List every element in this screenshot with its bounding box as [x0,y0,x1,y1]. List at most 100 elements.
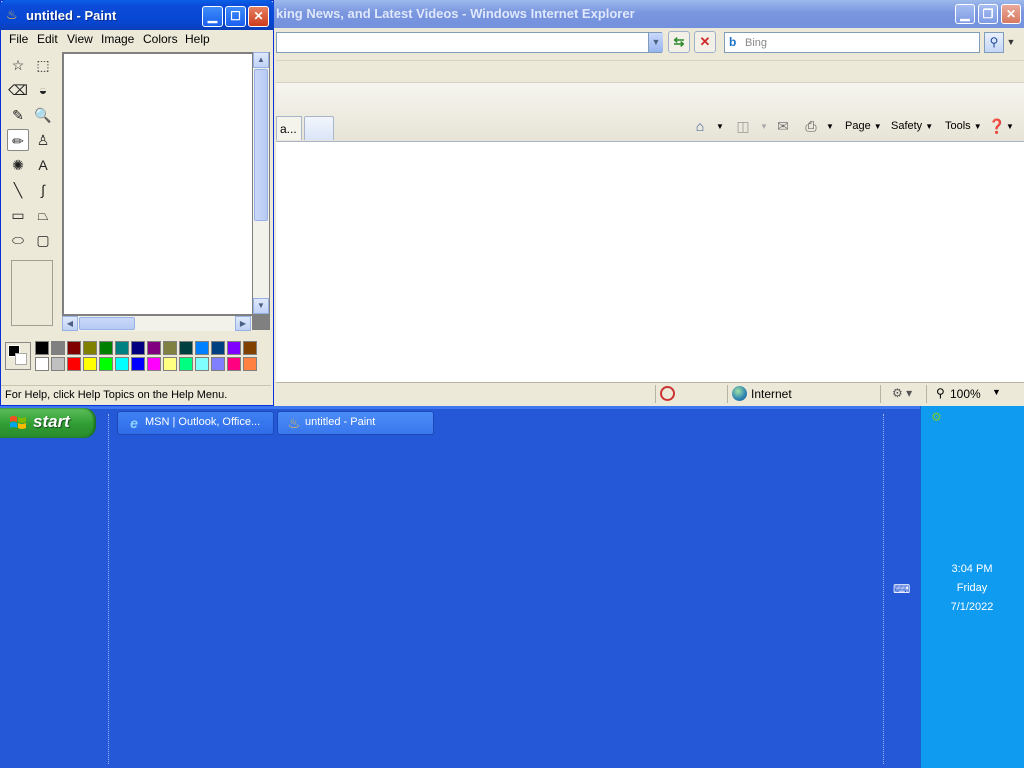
home-dropdown[interactable]: ▼ [716,118,724,136]
palette-swatch[interactable] [147,341,161,355]
ie-close-button[interactable]: ✕ [1001,4,1021,24]
print-dropdown[interactable]: ▼ [826,118,834,136]
palette-swatch[interactable] [147,357,161,371]
clock-time[interactable]: 3:04 PM [920,563,1024,575]
scroll-left-button[interactable]: ◀ [62,316,78,331]
palette-swatch[interactable] [131,357,145,371]
network-icon[interactable]: ⚙ [931,410,945,424]
tool-select-icon[interactable]: ⬚ [32,54,54,76]
ie-stop-button[interactable]: ✕ [694,31,716,53]
zoom-level[interactable]: 100% [950,387,981,401]
tool-text-icon[interactable]: A [32,154,54,176]
palette-swatch[interactable] [115,357,129,371]
ie-search-options-dropdown[interactable]: ▼ [1004,32,1018,53]
ie-address-dropdown[interactable]: ▼ [648,33,663,52]
scroll-right-button[interactable]: ▶ [235,316,251,331]
palette-swatch[interactable] [115,341,129,355]
menu-colors[interactable]: Colors [143,32,178,46]
read-mail-icon[interactable]: ✉ [773,117,793,135]
home-icon[interactable]: ⌂ [690,117,710,135]
palette-swatch[interactable] [51,357,65,371]
feeds-icon[interactable]: ◫ [733,117,753,135]
scroll-down-button[interactable]: ▼ [253,298,269,314]
paint-app-icon[interactable]: ♨ [6,7,20,23]
tool-curve-icon[interactable]: ∫ [32,179,54,201]
ie-page-content[interactable] [276,141,1024,382]
tool-ellipse-icon[interactable]: ⬭ [7,229,29,251]
safety-menu-label: Safety [891,120,923,132]
menu-view[interactable]: View [67,32,93,46]
palette-swatch[interactable] [35,357,49,371]
page-menu[interactable]: Page ▼ [845,117,882,135]
vertical-scroll-thumb[interactable] [254,69,268,221]
horizontal-scroll-thumb[interactable] [79,317,135,330]
palette-swatch[interactable] [243,357,257,371]
palette-swatch[interactable] [211,341,225,355]
ie-tab[interactable]: a... [276,116,302,140]
tool-brush-icon[interactable]: ♙ [32,129,54,151]
palette-swatch[interactable] [243,341,257,355]
palette-swatch[interactable] [83,357,97,371]
zoom-icon[interactable]: ⚲ [936,386,945,400]
paint-maximize-button[interactable]: ☐ [225,6,246,27]
palette-swatch[interactable] [195,357,209,371]
drawing-canvas[interactable] [64,54,252,314]
clock-day[interactable]: Friday [920,582,1024,594]
tool-pick-color-icon[interactable]: ✎ [7,104,29,126]
palette-swatch[interactable] [227,357,241,371]
palette-swatch[interactable] [83,341,97,355]
tool-magnifier-icon[interactable]: 🔍 [32,104,54,126]
palette-swatch[interactable] [99,341,113,355]
palette-swatch[interactable] [163,341,177,355]
palette-swatch[interactable] [35,341,49,355]
palette-swatch[interactable] [179,341,193,355]
tool-options-box[interactable] [11,260,53,326]
palette-swatch[interactable] [67,341,81,355]
palette-swatch[interactable] [163,357,177,371]
menu-file[interactable]: File [9,32,28,46]
help-icon[interactable]: ❓ [987,117,1007,135]
tool-rectangle-icon[interactable]: ▭ [7,204,29,226]
keyboard-icon[interactable]: ⌨ [893,582,910,596]
palette-swatch[interactable] [179,357,193,371]
paint-minimize-button[interactable]: ▁ [202,6,223,27]
ie-search-button[interactable]: ⚲ [984,32,1004,53]
tool-fill-with-color-icon[interactable]: ◒ [32,79,54,101]
zoom-dropdown[interactable]: ▼ [992,387,1001,397]
ie-refresh-button[interactable]: ⇆ [668,31,690,53]
clock-date[interactable]: 7/1/2022 [920,601,1024,613]
ie-new-tab-button[interactable] [304,116,334,140]
taskbar-edge [0,406,1024,409]
palette-swatch[interactable] [195,341,209,355]
tools-menu[interactable]: Tools ▼ [945,117,982,135]
palette-swatch[interactable] [227,341,241,355]
tool-free-form-select-icon[interactable]: ☆ [7,54,29,76]
help-dropdown[interactable]: ▼ [1006,118,1014,136]
tool-rounded-rectangle-icon[interactable]: ▢ [32,229,54,251]
menu-image[interactable]: Image [101,32,134,46]
menu-help[interactable]: Help [185,32,210,46]
status-separator [880,385,881,403]
palette-swatch[interactable] [51,341,65,355]
minimize-icon: ▁ [207,9,218,23]
tool-line-icon[interactable]: ╲ [7,179,29,201]
tool-pencil-icon[interactable]: ✏ [7,129,29,151]
menu-edit[interactable]: Edit [37,32,58,46]
palette-swatch[interactable] [99,357,113,371]
feeds-dropdown[interactable]: ▼ [760,118,768,136]
tool-polygon-icon[interactable]: ⏢ [32,204,54,226]
ie-address-bar[interactable] [276,32,662,53]
palette-swatch[interactable] [67,357,81,371]
popup-blocker-icon[interactable]: ⚙ ▾ [892,386,912,400]
palette-swatch[interactable] [131,341,145,355]
tool-airbrush-icon[interactable]: ✺ [7,154,29,176]
ie-minimize-button[interactable]: ▁ [955,4,975,24]
tool-eraser-icon[interactable]: ⌫ [7,79,29,101]
paint-close-button[interactable]: ✕ [248,6,269,27]
scroll-up-button[interactable]: ▲ [253,52,269,68]
print-icon[interactable]: ⎙ [801,117,821,135]
safety-menu[interactable]: Safety ▼ [891,117,933,135]
ie-restore-button[interactable]: ❐ [978,4,998,24]
protected-mode-icon [660,386,675,401]
palette-swatch[interactable] [211,357,225,371]
